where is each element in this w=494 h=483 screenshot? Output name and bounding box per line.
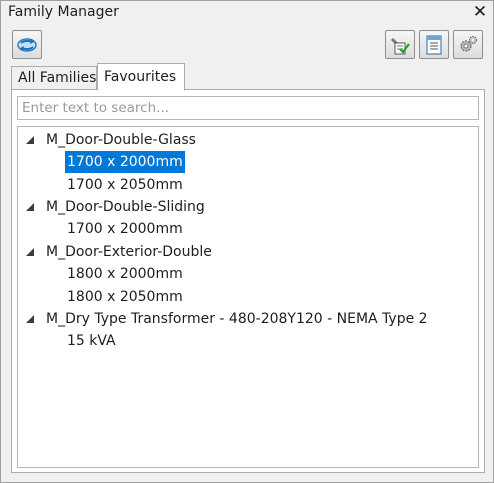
family-manager-window: Family Manager ✕ All Families Favourites… xyxy=(0,0,494,483)
tree-item-type[interactable]: 15 kVA xyxy=(65,330,118,352)
search-input[interactable] xyxy=(17,96,479,120)
tree-item-type[interactable]: 1700 x 2000mm xyxy=(65,218,185,240)
tree-item-type[interactable]: 1800 x 2050mm xyxy=(65,286,185,308)
document-icon xyxy=(426,34,442,55)
favourites-panel: M_Door-Double-Glass 1700 x 2000mm 1700 x… xyxy=(11,89,485,473)
close-button[interactable]: ✕ xyxy=(471,2,489,22)
tree-item-type[interactable]: 1800 x 2000mm xyxy=(65,263,185,285)
family-name: M_Door-Double-Sliding xyxy=(46,199,205,215)
settings-icon xyxy=(460,35,477,52)
family-name: M_Dry Type Transformer - 480-208Y120 - N… xyxy=(46,311,428,327)
settings-button[interactable] xyxy=(453,30,483,59)
document-button[interactable] xyxy=(419,30,449,59)
tab-all-families[interactable]: All Families xyxy=(11,66,97,90)
checklist-button[interactable] xyxy=(385,30,415,59)
tab-favourites[interactable]: Favourites xyxy=(97,63,185,91)
expanded-arrow-icon[interactable] xyxy=(26,315,34,323)
tree-item-type[interactable]: 1700 x 2050mm xyxy=(65,174,185,196)
title-bar: Family Manager ✕ xyxy=(1,1,493,25)
refresh-button[interactable] xyxy=(12,30,42,59)
tab-favourites-label: Favourites xyxy=(104,69,177,85)
tree-item-type-selected[interactable]: 1700 x 2000mm xyxy=(65,151,185,173)
family-tree[interactable]: M_Door-Double-Glass 1700 x 2000mm 1700 x… xyxy=(17,126,479,468)
family-name: M_Door-Double-Glass xyxy=(46,132,196,148)
expanded-arrow-icon[interactable] xyxy=(26,203,34,211)
family-name: M_Door-Exterior-Double xyxy=(46,244,212,260)
close-icon: ✕ xyxy=(472,2,488,22)
refresh-icon xyxy=(17,37,37,52)
window-title: Family Manager xyxy=(8,4,119,20)
expanded-arrow-icon[interactable] xyxy=(26,248,34,256)
tab-all-families-label: All Families xyxy=(18,70,97,86)
expanded-arrow-icon[interactable] xyxy=(26,136,34,144)
checklist-icon xyxy=(391,37,410,54)
